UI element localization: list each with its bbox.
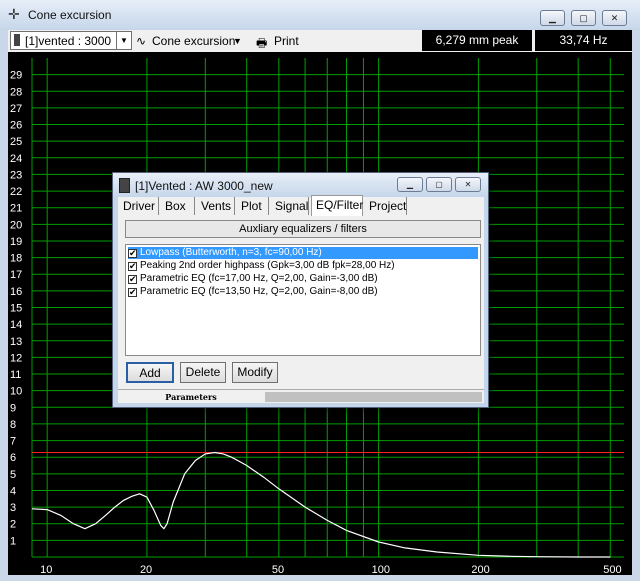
y-tick-label: 15 (10, 303, 22, 315)
minimize-button[interactable]: ▁ (540, 10, 565, 26)
x-tick-label: 500 (603, 564, 621, 575)
y-tick-label: 5 (10, 469, 16, 481)
filter-label: Lowpass (Butterworth, n=3, fc=90,00 Hz) (140, 247, 322, 258)
status-bar: Parameters (118, 389, 484, 404)
y-tick-label: 26 (10, 120, 22, 132)
y-tick-label: 25 (10, 136, 22, 148)
project-select-value: [1]vented : 3000 (25, 34, 112, 48)
y-tick-label: 29 (10, 70, 22, 82)
filter-label: Parametric EQ (fc=17,00 Hz, Q=2,00, Gain… (140, 273, 378, 284)
filter-label: Peaking 2nd order highpass (Gpk=3,00 dB … (140, 260, 395, 271)
excursion-readout: 6,279 mm peak (422, 30, 532, 51)
x-tick-label: 10 (40, 564, 52, 575)
filter-label: Parametric EQ (fc=13,50 Hz, Q=2,00, Gain… (140, 286, 378, 297)
filter-enabled-checkbox[interactable]: ✔ (128, 249, 137, 258)
dialog-title-bar[interactable]: [1]Vented : AW 3000_new ▁ ▢ ✕ (113, 173, 488, 197)
x-tick-label: 20 (140, 564, 152, 575)
y-tick-label: 10 (10, 386, 22, 398)
tab-vents[interactable]: Vents (197, 197, 235, 215)
y-tick-label: 21 (10, 203, 22, 215)
x-tick-label: 100 (372, 564, 390, 575)
y-tick-label: 12 (10, 352, 22, 364)
x-tick-label: 200 (471, 564, 489, 575)
filter-enabled-checkbox[interactable]: ✔ (128, 262, 137, 271)
plot-mode-chevron-icon[interactable]: ▼ (233, 36, 242, 46)
filter-enabled-checkbox[interactable]: ✔ (128, 288, 137, 297)
chevron-down-icon[interactable]: ▼ (116, 32, 131, 49)
title-bar[interactable]: ✛ Cone excursion ▁ ▢ ✕ (0, 0, 640, 30)
status-progress (265, 392, 482, 402)
status-parameters: Parameters (165, 392, 217, 402)
window-title: Cone excursion (28, 8, 112, 22)
y-tick-label: 13 (10, 336, 22, 348)
maximize-button[interactable]: ▢ (571, 10, 596, 26)
filter-list-item[interactable]: ✔ Lowpass (Butterworth, n=3, fc=90,00 Hz) (128, 247, 478, 259)
dialog-maximize-button[interactable]: ▢ (426, 177, 452, 192)
y-tick-label: 2 (10, 519, 16, 531)
filter-enabled-checkbox[interactable]: ✔ (128, 275, 137, 284)
modify-button[interactable]: Modify (232, 362, 278, 383)
excursion-curve (31, 451, 611, 558)
y-tick-label: 27 (10, 103, 22, 115)
y-tick-label: 17 (10, 269, 22, 281)
y-tick-label: 23 (10, 169, 22, 181)
filter-list-item[interactable]: ✔ Parametric EQ (fc=13,50 Hz, Q=2,00, Gai… (128, 286, 478, 298)
y-tick-label: 18 (10, 253, 22, 265)
tab-plot[interactable]: Plot (237, 197, 269, 215)
delete-button[interactable]: Delete (180, 362, 226, 383)
toolbar: [1]vented : 3000 ▼ ∿ Cone excursion ▼ 🖶 … (8, 30, 632, 53)
document-icon (119, 178, 130, 193)
plot-mode-dropdown[interactable]: Cone excursion (152, 34, 235, 48)
y-tick-label: 24 (10, 153, 22, 165)
y-tick-label: 4 (10, 485, 16, 497)
y-tick-label: 19 (10, 236, 22, 248)
print-button[interactable]: Print (274, 34, 299, 48)
crosshair-icon: ✛ (8, 6, 20, 22)
cone-excursion-window: ✛ Cone excursion ▁ ▢ ✕ [1]vented : 3000 … (0, 0, 640, 581)
aux-filters-header[interactable]: Auxliary equalizers / filters (125, 220, 481, 238)
project-select[interactable]: [1]vented : 3000 ▼ (10, 31, 132, 50)
waveform-icon: ∿ (136, 34, 147, 48)
y-tick-label: 6 (10, 452, 16, 464)
y-tick-label: 7 (10, 436, 16, 448)
y-tick-label: 11 (10, 369, 21, 381)
close-button[interactable]: ✕ (602, 10, 627, 26)
tab-box[interactable]: Box (161, 197, 195, 215)
frequency-readout: 33,74 Hz (535, 30, 632, 51)
y-tick-label: 8 (10, 419, 16, 431)
filter-list-item[interactable]: ✔ Peaking 2nd order highpass (Gpk=3,00 dB… (128, 260, 478, 272)
y-tick-label: 20 (10, 219, 22, 231)
eq-filter-dialog: [1]Vented : AW 3000_new ▁ ▢ ✕ Driver Box V… (112, 172, 489, 408)
y-tick-label: 3 (10, 502, 16, 514)
y-tick-label: 22 (10, 186, 22, 198)
y-tick-label: 16 (10, 286, 22, 298)
y-tick-label: 9 (10, 402, 16, 414)
tab-project[interactable]: Project (365, 197, 407, 215)
tab-eq-filter[interactable]: EQ/Filter (311, 195, 363, 216)
dialog-minimize-button[interactable]: ▁ (397, 177, 423, 192)
filter-list-item[interactable]: ✔ Parametric EQ (fc=17,00 Hz, Q=2,00, Gai… (128, 273, 478, 285)
filter-list[interactable]: ✔ Lowpass (Butterworth, n=3, fc=90,00 Hz)… (125, 244, 481, 356)
y-tick-label: 14 (10, 319, 22, 331)
dialog-title: [1]Vented : AW 3000_new (135, 179, 273, 193)
tab-driver[interactable]: Driver (119, 197, 159, 215)
dialog-close-button[interactable]: ✕ (455, 177, 481, 192)
y-tick-label: 28 (10, 86, 22, 98)
add-button[interactable]: Add (126, 362, 174, 383)
y-tick-label: 1 (10, 535, 16, 547)
tab-signal[interactable]: Signal (271, 197, 309, 215)
dialog-body: Driver Box Vents Plot Signal EQ/Filter Project… (118, 195, 484, 404)
x-tick-label: 50 (272, 564, 284, 575)
document-icon (14, 34, 20, 46)
